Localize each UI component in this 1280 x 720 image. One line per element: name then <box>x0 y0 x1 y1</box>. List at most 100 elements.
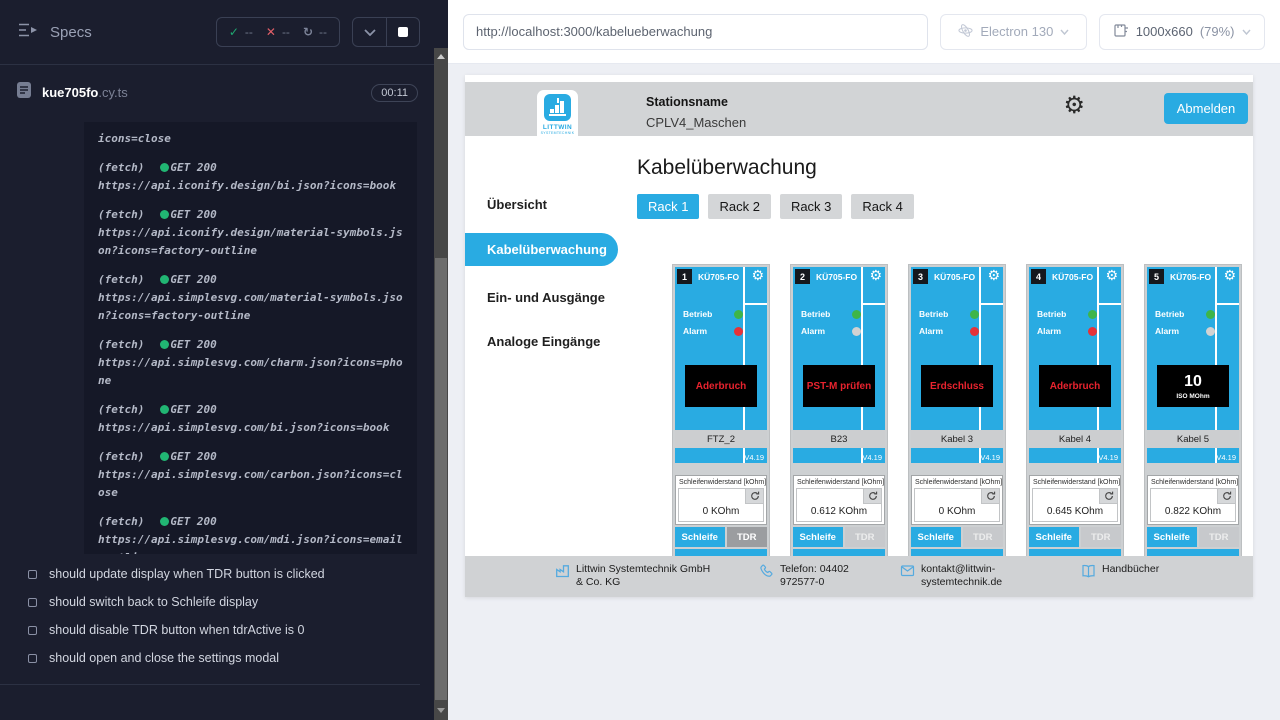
ruler-icon <box>1114 23 1129 40</box>
module-number-badge: 2 <box>795 269 810 284</box>
test-pending-icon <box>28 654 37 663</box>
test-row[interactable]: should open and close the settings modal <box>0 644 420 672</box>
cable-label: Kabel 4 <box>1029 430 1121 448</box>
email-icon <box>900 564 915 589</box>
network-log-entry[interactable]: (fetch)GET 200 https://api.iconify.desig… <box>98 206 403 260</box>
alarm-led <box>852 327 861 336</box>
test-row[interactable]: should switch back to Schleife display <box>0 588 420 616</box>
stat-failed[interactable]: ✕-- <box>266 25 290 39</box>
refresh-button[interactable] <box>863 489 881 504</box>
module-gear-icon[interactable]: ⚙ <box>987 269 1000 283</box>
schleife-button[interactable]: Schleife <box>1029 527 1079 547</box>
cable-label: FTZ_2 <box>675 430 767 448</box>
log-url: https://api.iconify.design/material-symb… <box>98 224 403 260</box>
network-log-entry[interactable]: (fetch)GET 200 https://api.simplesvg.com… <box>98 448 403 502</box>
stat-passed[interactable]: ✓-- <box>229 25 253 39</box>
scrollbar-track[interactable] <box>434 48 448 720</box>
module-number-badge: 5 <box>1149 269 1164 284</box>
station-info: Stationsname CPLV4_Maschen <box>646 95 746 130</box>
firmware-version: V4.19 <box>980 453 1000 462</box>
status-dot-icon <box>160 163 169 172</box>
led-block: Betrieb Alarm <box>919 309 979 343</box>
browser-selector[interactable]: Electron 130 <box>940 14 1087 50</box>
module-panel: 1 KÜ705-FO ⚙ Betrieb Alarm Aderbruch FTZ… <box>675 267 767 463</box>
led-block: Betrieb Alarm <box>683 309 743 343</box>
browser-region: Electron 130 1000x660 (79%) LITTWIN SYST… <box>448 0 1280 720</box>
refresh-button[interactable] <box>1217 489 1235 504</box>
tab-rack-4[interactable]: Rack 4 <box>851 194 913 219</box>
tdr-button[interactable]: TDR <box>727 527 768 547</box>
measurement-value-box: 0.645 KOhm <box>1032 488 1118 522</box>
alarm-led <box>1088 327 1097 336</box>
sidebar-item-analoge-eingaenge[interactable]: Analoge Eingänge <box>465 326 618 356</box>
tdr-button[interactable]: TDR <box>1199 527 1240 547</box>
stop-button[interactable] <box>386 18 419 46</box>
module-gear-icon[interactable]: ⚙ <box>1223 269 1236 283</box>
tdr-button[interactable]: TDR <box>1081 527 1122 547</box>
module-gear-icon[interactable]: ⚙ <box>751 269 764 283</box>
tab-rack-1[interactable]: Rack 1 <box>637 194 699 219</box>
status-dot-icon <box>160 210 169 219</box>
schleife-button[interactable]: Schleife <box>911 527 961 547</box>
footer-manuals-link[interactable]: Handbücher <box>1081 563 1159 582</box>
measurement-value: 0 KOhm <box>915 506 999 517</box>
led-block: Betrieb Alarm <box>1037 309 1097 343</box>
spec-file-row[interactable]: kue705fo.cy.ts 00:11 <box>0 64 434 120</box>
measurement-panel: Schleifenwiderstand [kOhm] 0 KOhm <box>675 475 767 525</box>
module-title: KÜ705-FO <box>698 272 739 282</box>
url-input[interactable] <box>463 14 928 50</box>
schleife-button[interactable]: Schleife <box>793 527 843 547</box>
measurement-value-box: 0.612 KOhm <box>796 488 882 522</box>
chevron-down-icon <box>1060 29 1069 35</box>
scrollbar-thumb[interactable] <box>435 258 447 700</box>
schleife-button[interactable]: Schleife <box>1147 527 1197 547</box>
logout-button[interactable]: Abmelden <box>1164 93 1248 124</box>
tab-rack-3[interactable]: Rack 3 <box>780 194 842 219</box>
network-log-entry[interactable]: (fetch)GET 200 https://api.simplesvg.com… <box>98 336 403 390</box>
firmware-version: V4.19 <box>1216 453 1236 462</box>
settings-gear-icon[interactable]: ⚙ <box>1063 93 1085 117</box>
station-label: Stationsname <box>646 95 746 109</box>
module-display: 10 ISO MOhm <box>1157 365 1229 407</box>
refresh-button[interactable] <box>745 489 763 504</box>
viewport-size-selector[interactable]: 1000x660 (79%) <box>1099 14 1265 50</box>
schleife-button[interactable]: Schleife <box>675 527 725 547</box>
measurement-panel: Schleifenwiderstand [kOhm] 0.822 KOhm <box>1147 475 1239 525</box>
measurement-panel: Schleifenwiderstand [kOhm] 0.612 KOhm <box>793 475 885 525</box>
tab-rack-2[interactable]: Rack 2 <box>708 194 770 219</box>
tdr-button[interactable]: TDR <box>845 527 886 547</box>
test-row[interactable]: should disable TDR button when tdrActive… <box>0 616 420 644</box>
network-log-entry[interactable]: (fetch)GET 200 https://api.simplesvg.com… <box>98 401 403 437</box>
specs-list-icon[interactable] <box>18 22 38 43</box>
refresh-button[interactable] <box>1099 489 1117 504</box>
network-log-entry[interactable]: (fetch)GET 200 https://api.simplesvg.com… <box>98 513 403 554</box>
test-row[interactable]: should update display when TDR button is… <box>0 560 420 588</box>
led-block: Betrieb Alarm <box>1155 309 1215 343</box>
scroll-down-arrow[interactable] <box>434 704 448 716</box>
scroll-up-arrow[interactable] <box>434 50 448 62</box>
measurement-value-box: 0 KOhm <box>678 488 764 522</box>
network-log-entry[interactable]: (fetch)GET 200 https://api.iconify.desig… <box>98 159 403 195</box>
sidebar-item-uebersicht[interactable]: Übersicht <box>465 189 618 219</box>
spec-file-name: kue705fo.cy.ts <box>42 85 128 100</box>
sidebar-item-ein-und-ausgaenge[interactable]: Ein- und Ausgänge <box>465 282 618 312</box>
tdr-button[interactable]: TDR <box>963 527 1004 547</box>
alarm-led <box>734 327 743 336</box>
collapse-chevron-button[interactable] <box>353 18 386 46</box>
network-log-entry[interactable]: (fetch)GET 200 https://api.simplesvg.com… <box>98 271 403 325</box>
module-gear-icon[interactable]: ⚙ <box>1105 269 1118 283</box>
module-title: KÜ705-FO <box>1052 272 1093 282</box>
log-text: icons=close <box>98 130 403 148</box>
module-display: Erdschluss <box>921 365 993 407</box>
stat-pending[interactable]: ↻-- <box>303 25 327 39</box>
log-url: https://api.simplesvg.com/carbon.json?ic… <box>98 466 403 502</box>
status-dot-icon <box>160 405 169 414</box>
module-gear-icon[interactable]: ⚙ <box>869 269 882 283</box>
specs-title[interactable]: Specs <box>50 24 92 41</box>
refresh-icon: ↻ <box>303 25 313 39</box>
log-url: https://api.simplesvg.com/charm.json?ico… <box>98 354 403 390</box>
refresh-button[interactable] <box>981 489 999 504</box>
book-icon <box>1081 564 1096 582</box>
sidebar-item-kabelueberwachung[interactable]: Kabelüberwachung <box>465 233 618 266</box>
betrieb-led <box>734 310 743 319</box>
